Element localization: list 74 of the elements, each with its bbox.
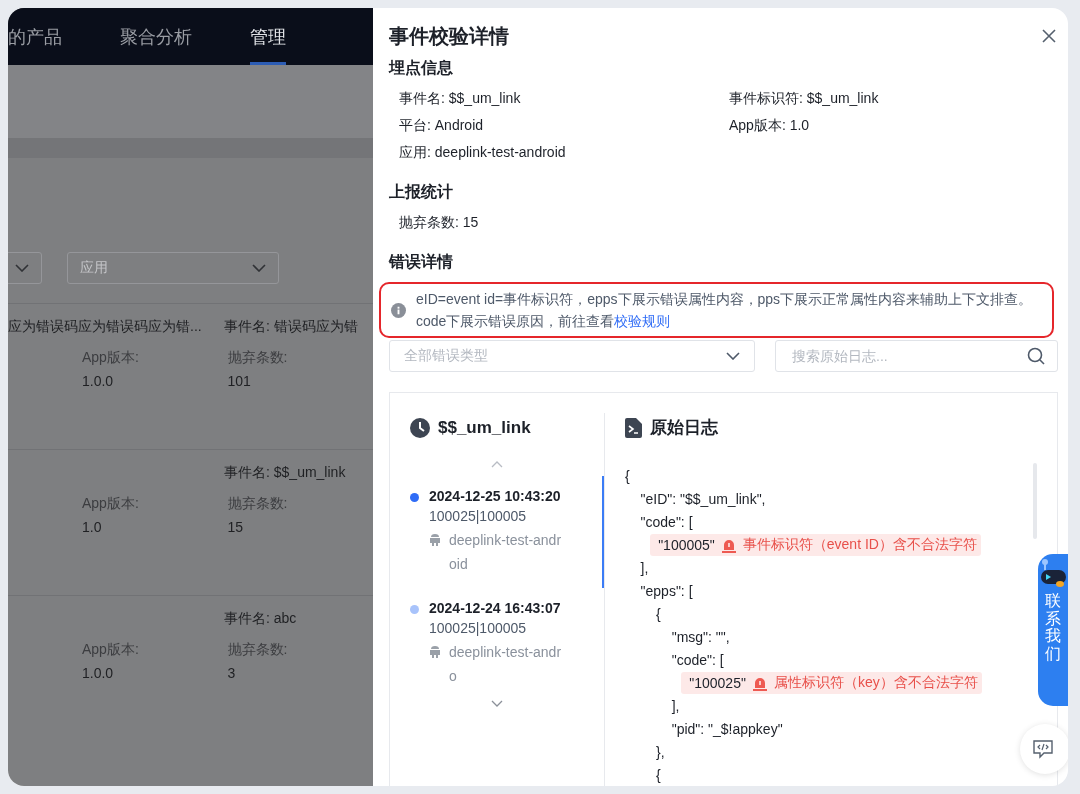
code-error: "100025" 属性标识符（key）含不合法字符: [681, 671, 982, 694]
robot-icon: [1040, 558, 1066, 588]
info-text: 应用: deeplink-test-android: [399, 144, 567, 162]
chevron-down-icon[interactable]: [491, 700, 503, 707]
android-icon: [429, 533, 441, 547]
panel-title: 原始日志: [650, 417, 718, 439]
code-line: "pid": "_$!appkey": [670, 719, 783, 739]
nav-tab[interactable]: 聚合分析: [120, 8, 192, 65]
log-entry[interactable]: 2024-12-25 10:43:20 100025|100005 deeplink-test-android: [410, 476, 604, 588]
field-value: 1.0.0: [82, 665, 115, 681]
code-line: "eID": "$$_um_link",: [639, 489, 766, 509]
code-error: "100005" 事件标识符（event ID）含不合法字符: [650, 533, 981, 556]
info-text: 事件名: $$_um_link: [399, 90, 522, 108]
field-label: App版本:: [82, 641, 140, 659]
rules-link[interactable]: 校验规则: [614, 313, 671, 329]
code-line: "code": [: [639, 512, 693, 532]
code-line: ],: [639, 558, 649, 578]
code-line: {: [655, 604, 661, 624]
section-title: 错误详情: [389, 252, 454, 272]
code-button[interactable]: [1020, 724, 1068, 774]
field-value: 1.0: [82, 519, 103, 535]
field-label: 抛弃条数:: [227, 495, 289, 513]
status-dot: [410, 605, 419, 614]
entry-codes: 100025|100005: [429, 508, 528, 524]
alert-text: eID=event id=事件标识符，epps下展示错误属性内容，pps下展示正常属性内容来辅助上下文排查。code下展示错误原因，前往查看校验规则: [416, 290, 1034, 331]
status-dot: [410, 493, 419, 502]
search-field[interactable]: 搜索原始日志...: [775, 340, 1058, 372]
field-value: 1.0.0: [82, 373, 115, 389]
code-line: "msg": "",: [670, 627, 730, 647]
event-name: 事件名: $$_um_link: [224, 463, 346, 482]
field-label: App版本:: [82, 349, 140, 367]
chevron-down-icon: [15, 264, 29, 272]
drawer-title: 事件校验详情: [389, 23, 509, 49]
field-value: 15: [227, 519, 245, 535]
terminal-icon: [625, 417, 642, 438]
info-text: 事件标识符: $$_um_link: [729, 90, 880, 108]
entry-time: 2024-12-24 16:43:07: [429, 600, 562, 616]
section-title: 埋点信息: [389, 58, 454, 78]
close-button[interactable]: [1040, 27, 1058, 45]
field-label: 抛弃条数:: [227, 641, 289, 659]
nav-tab[interactable]: 的产品: [8, 8, 62, 65]
event-name: 事件名: 错误码应为错: [224, 317, 358, 336]
field-value: 3: [227, 665, 237, 681]
info-text: App版本: 1.0: [729, 117, 811, 135]
info-text: 抛弃条数: 15: [399, 214, 480, 232]
event-text: 应为错误码应为错误码应为错...: [8, 317, 203, 336]
chevron-down-icon: [726, 352, 740, 360]
contact-label: 联系我们: [1045, 592, 1061, 663]
clock-icon: [410, 418, 430, 438]
entry-app: deeplink-test-android: [449, 531, 563, 574]
android-icon: [429, 645, 441, 659]
contact-tab[interactable]: 联系我们: [1038, 554, 1068, 706]
section-title: 上报统计: [389, 182, 454, 202]
field-label: App版本:: [82, 495, 140, 513]
chevron-down-icon: [252, 264, 266, 272]
code-line: {: [625, 466, 630, 486]
info-text: 平台: Android: [399, 117, 485, 135]
entry-codes: 100025|100005: [429, 620, 528, 636]
field-value: 101: [227, 373, 252, 389]
entry-time: 2024-12-25 10:43:20: [429, 488, 562, 504]
event-name: 事件名: abc: [224, 609, 297, 628]
info-icon: [391, 302, 406, 318]
code-icon: [1032, 739, 1054, 759]
log-entry[interactable]: 2024-12-24 16:43:07 100025|100005 deeplink-test-andro: [410, 588, 604, 700]
field-label: 抛弃条数:: [227, 349, 289, 367]
code-line: {: [655, 765, 661, 785]
panel-title: $$_um_link: [438, 418, 531, 438]
chevron-up-icon[interactable]: [491, 461, 503, 468]
code-line: "epps": [: [639, 581, 693, 601]
entry-app: deeplink-test-andro: [449, 643, 563, 686]
code-line: ],: [670, 696, 680, 716]
search-icon: [1027, 347, 1045, 365]
code-line: },: [655, 742, 665, 762]
code-line: "code": [: [670, 650, 724, 670]
